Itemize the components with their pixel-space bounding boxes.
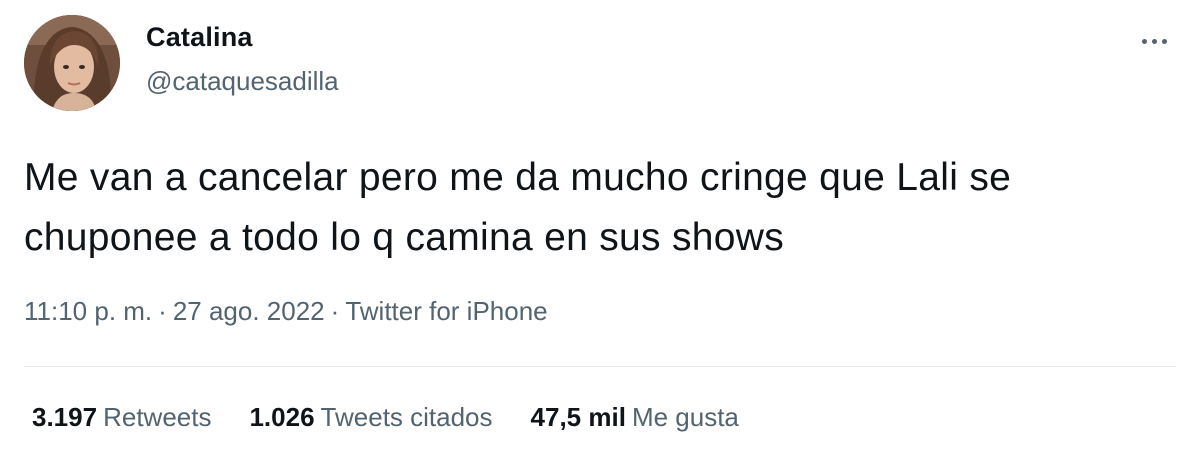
retweets-count: 3.197	[32, 402, 98, 432]
quote-tweets-label: Tweets citados	[320, 402, 493, 432]
likes-count: 47,5 mil	[530, 402, 626, 432]
tweet-text-line: Me van a cancelar pero me da mucho cring…	[24, 156, 1012, 199]
display-name[interactable]: Catalina	[146, 22, 253, 53]
more-options-icon-dot	[1151, 38, 1157, 44]
divider	[24, 366, 1176, 367]
tweet-source-link[interactable]: Twitter for iPhone	[345, 296, 547, 326]
retweets-stat[interactable]: 3.197 Retweets	[32, 402, 211, 433]
tweet-time[interactable]: 11:10 p. m.	[24, 296, 152, 326]
more-options-button[interactable]	[1134, 28, 1174, 54]
quote-tweets-stat[interactable]: 1.026 Tweets citados	[249, 402, 492, 433]
user-handle[interactable]: @cataquesadilla	[146, 66, 339, 97]
tweet-date[interactable]: 27 ago. 2022	[173, 296, 325, 326]
meta-separator: ·	[158, 296, 167, 326]
avatar[interactable]	[24, 15, 120, 111]
likes-stat[interactable]: 47,5 mil Me gusta	[531, 402, 739, 433]
likes-label: Me gusta	[631, 402, 739, 432]
tweet-text: Me van a cancelar pero me da mucho cring…	[24, 148, 1184, 268]
profile-photo-icon	[24, 15, 120, 111]
retweets-label: Retweets	[103, 402, 212, 432]
tweet-metadata: 11:10 p. m. · 27 ago. 2022 · Twitter for iPh…	[24, 296, 548, 327]
engagement-stats: 3.197 Retweets 1.026 Tweets citados 47,5 m…	[32, 402, 777, 433]
quote-tweets-count: 1.026	[249, 402, 315, 432]
more-options-icon	[1141, 38, 1147, 44]
meta-separator: ·	[330, 296, 340, 326]
tweet-text-line: chuponee a todo lo q camina en sus shows	[24, 216, 784, 259]
more-options-icon-dot	[1161, 38, 1167, 44]
tweet-card: Catalina @cataquesadilla Me van a cancel…	[0, 0, 1200, 470]
